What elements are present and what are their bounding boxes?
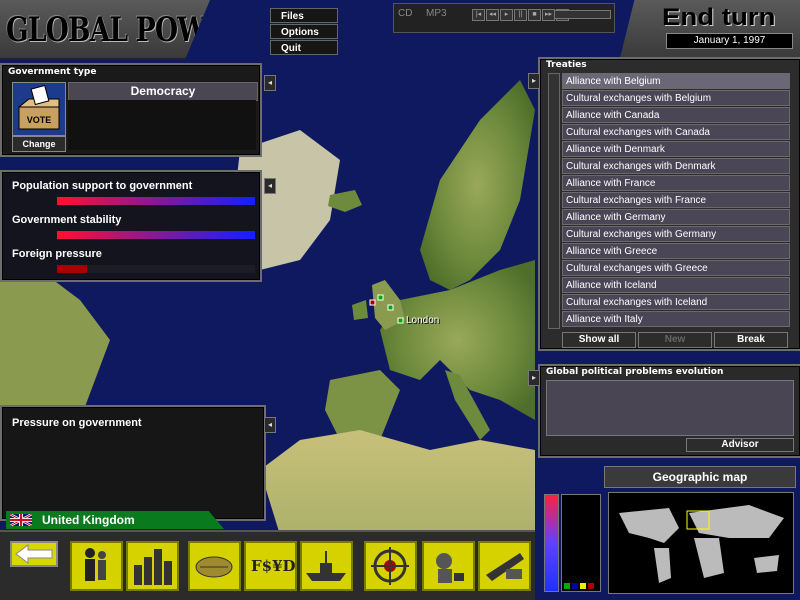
cd-label[interactable]: CD <box>398 8 412 19</box>
quit-menu-button[interactable]: Quit <box>270 40 338 55</box>
treaty-row[interactable]: Cultural exchanges with Germany <box>562 226 790 242</box>
uk-flag-icon <box>10 514 32 526</box>
research-button[interactable] <box>422 541 475 591</box>
industry-icon <box>134 549 172 585</box>
break-treaty-button[interactable]: Break <box>714 332 788 348</box>
target-icon <box>371 547 409 585</box>
pressure-panel: Pressure on government ◂ <box>0 405 276 521</box>
trade-icon <box>195 556 233 578</box>
weapons-button[interactable] <box>478 541 531 591</box>
treaty-row[interactable]: Alliance with Greece <box>562 243 790 259</box>
government-panel: Government type VOTE Change Democracy ◂ <box>0 63 276 157</box>
end-turn-area: End turn January 1, 1997 <box>620 0 800 58</box>
back-arrow-icon <box>15 544 53 564</box>
stop-icon[interactable]: ■ <box>528 9 541 21</box>
trade-button[interactable] <box>188 541 241 591</box>
treaty-row[interactable]: Alliance with Iceland <box>562 277 790 293</box>
advisor-button[interactable]: Advisor <box>686 438 794 452</box>
mini-indicator <box>561 494 601 592</box>
treaty-row[interactable]: Cultural exchanges with Belgium <box>562 90 790 106</box>
selected-country[interactable]: United Kingdom <box>6 511 224 529</box>
treaty-row[interactable]: Cultural exchanges with Denmark <box>562 158 790 174</box>
game-logo: GLOBAL POWER <box>0 0 210 60</box>
stat-bar-fill <box>57 197 255 205</box>
stat-bar-fill <box>57 265 87 273</box>
treaty-row[interactable]: Alliance with France <box>562 175 790 191</box>
population-button[interactable] <box>70 541 123 591</box>
treaties-list: Alliance with Belgium Cultural exchanges … <box>562 73 790 328</box>
treaty-row[interactable]: Cultural exchanges with Greece <box>562 260 790 276</box>
finance-icon: F$¥DM <box>251 557 312 575</box>
stat-label: Government stability <box>12 214 122 226</box>
stat-bar-fill <box>57 231 255 239</box>
treaties-panel: Treaties ▸ Alliance with Belgium Cultural… <box>528 57 800 351</box>
stat-label: Foreign pressure <box>12 248 102 260</box>
treaty-row[interactable]: Alliance with Belgium <box>562 73 790 89</box>
population-icon <box>85 548 106 581</box>
media-player: CD MP3 |◂ ◂◂ ▸ || ■ ▸▸ ▸| <box>393 3 615 33</box>
volume-slider[interactable] <box>554 10 611 19</box>
global-problems-panel: Global political problems evolution ▸ Ad… <box>528 364 800 458</box>
back-arrow-button[interactable] <box>10 541 58 567</box>
treaties-scrollbar[interactable] <box>548 73 560 329</box>
capital-label[interactable]: London <box>406 315 439 326</box>
treaty-row[interactable]: Cultural exchanges with Canada <box>562 124 790 140</box>
show-all-button[interactable]: Show all <box>562 332 636 348</box>
weapons-icon <box>486 553 524 581</box>
pause-icon[interactable]: || <box>514 9 527 21</box>
level-meter <box>544 494 559 592</box>
collapse-right-icon[interactable]: ▸ <box>528 73 540 89</box>
government-description <box>68 100 256 150</box>
country-name: United Kingdom <box>42 513 135 527</box>
mp3-label[interactable]: MP3 <box>426 8 447 19</box>
government-type-value: Democracy <box>68 82 258 101</box>
geographic-map-button[interactable]: Geographic map <box>604 466 796 488</box>
ballot-box-icon: VOTE <box>12 82 66 136</box>
treaty-row[interactable]: Alliance with Italy <box>562 311 790 327</box>
target-button[interactable] <box>364 541 417 591</box>
treaty-row[interactable]: Alliance with Denmark <box>562 141 790 157</box>
military-ship-icon <box>306 551 346 581</box>
stats-panel: Population support to government Governme… <box>0 170 276 282</box>
treaty-row[interactable]: Alliance with Germany <box>562 209 790 225</box>
svg-text:F$¥DM: F$¥DM <box>251 557 295 575</box>
global-problems-title: Global political problems evolution <box>546 367 724 377</box>
change-government-button[interactable]: Change <box>12 136 66 152</box>
stat-label: Population support to government <box>12 180 193 192</box>
stat-bar <box>57 231 255 239</box>
military-button[interactable] <box>300 541 353 591</box>
options-menu-button[interactable]: Options <box>270 24 338 39</box>
minimap[interactable] <box>608 492 794 594</box>
play-icon[interactable]: ▸ <box>500 9 513 21</box>
treaty-row[interactable]: Cultural exchanges with Iceland <box>562 294 790 310</box>
current-date: January 1, 1997 <box>666 33 793 49</box>
collapse-right-icon[interactable]: ▸ <box>528 370 540 386</box>
stat-bar <box>57 197 255 205</box>
research-icon <box>436 553 464 583</box>
main-menu: Files Options Quit <box>270 8 338 56</box>
ballot-box-text: VOTE <box>27 115 52 125</box>
collapse-left-icon[interactable]: ◂ <box>264 417 276 433</box>
game-screen: London GLOBAL POWER Files Options Quit C… <box>0 0 800 600</box>
bottom-toolbar: F$¥DM <box>0 530 535 600</box>
global-problems-chart <box>546 380 794 436</box>
new-treaty-button[interactable]: New <box>638 332 712 348</box>
files-menu-button[interactable]: Files <box>270 8 338 23</box>
end-turn-button[interactable]: End turn <box>662 4 775 32</box>
stat-bar <box>57 265 255 273</box>
collapse-left-icon[interactable]: ◂ <box>264 75 276 91</box>
finance-button[interactable]: F$¥DM <box>244 541 312 591</box>
treaty-row[interactable]: Alliance with Canada <box>562 107 790 123</box>
first-track-icon[interactable]: |◂ <box>472 9 485 21</box>
treaty-row[interactable]: Cultural exchanges with France <box>562 192 790 208</box>
industry-button[interactable] <box>126 541 179 591</box>
government-panel-title: Government type <box>8 67 97 77</box>
pressure-panel-title: Pressure on government <box>12 417 142 429</box>
rewind-icon[interactable]: ◂◂ <box>486 9 499 21</box>
collapse-left-icon[interactable]: ◂ <box>264 178 276 194</box>
treaties-title: Treaties <box>546 60 587 70</box>
